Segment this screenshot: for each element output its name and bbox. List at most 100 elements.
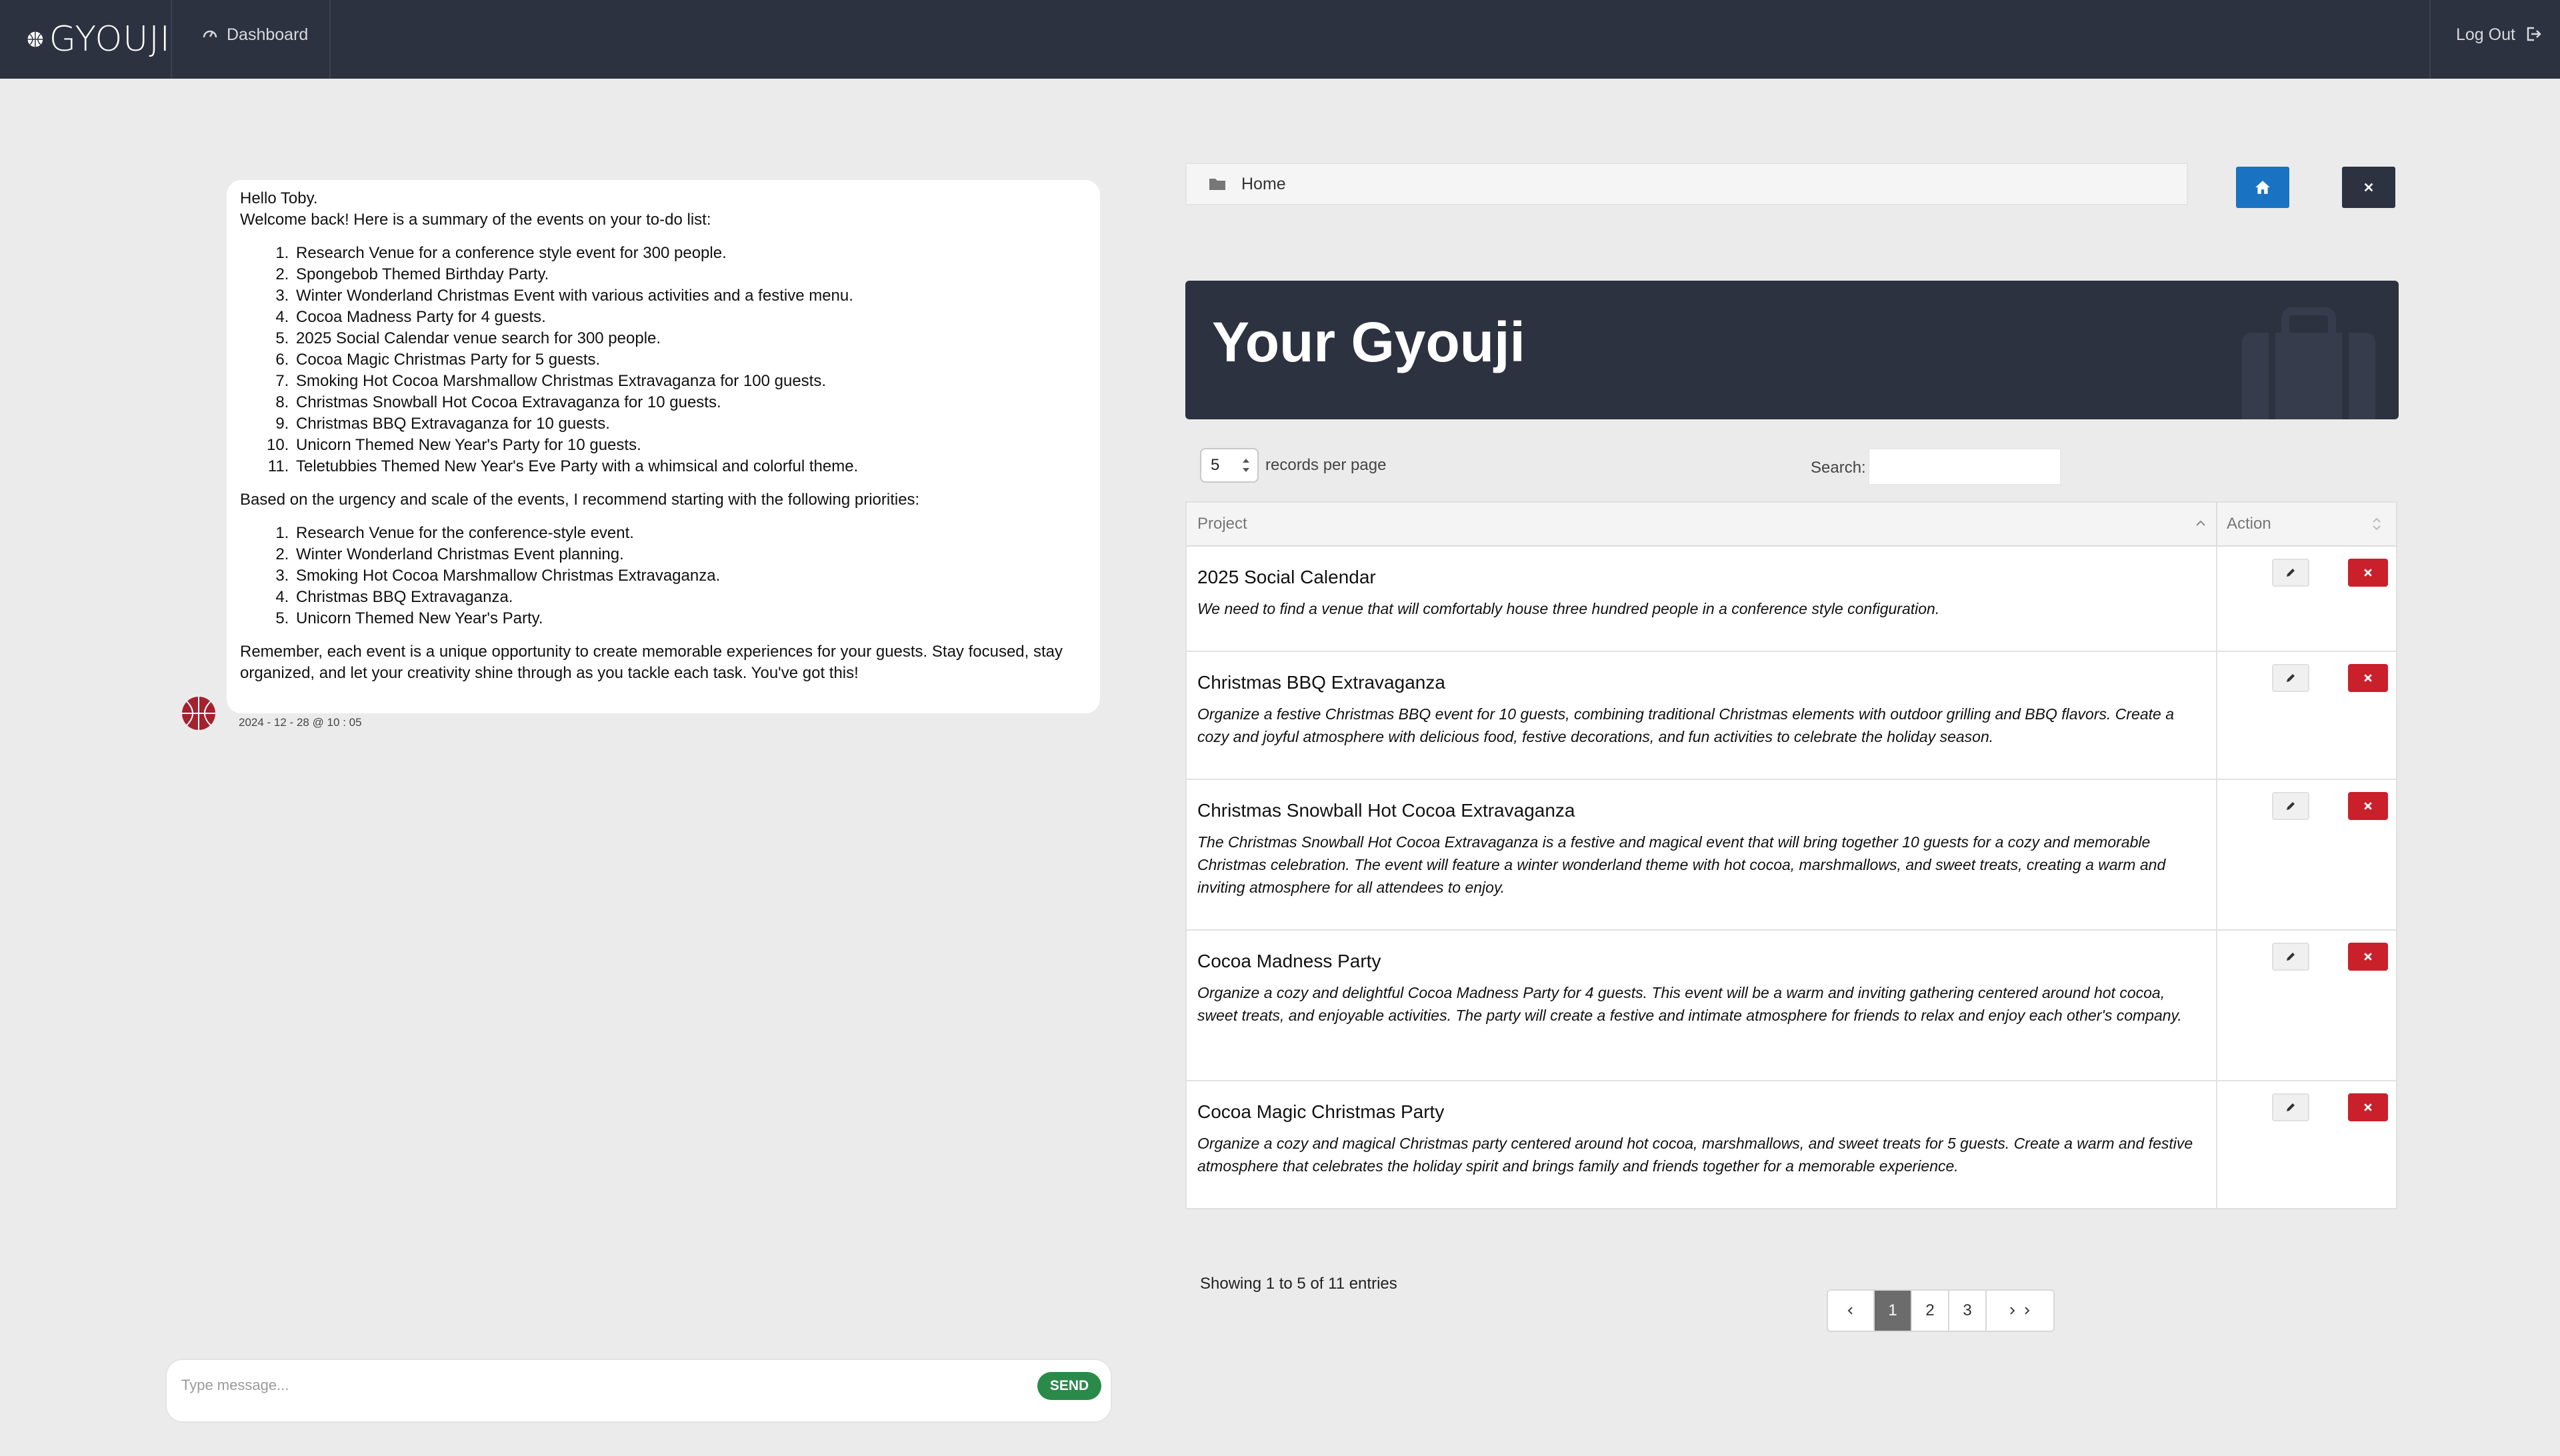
list-item: 2025 Social Calendar venue search for 30…	[293, 328, 1087, 349]
edit-button[interactable]	[2272, 559, 2309, 587]
pencil-icon	[2287, 1103, 2295, 1111]
delete-x-icon	[2364, 802, 2372, 810]
table-row: Cocoa Magic Christmas Party Organize a c…	[1187, 1081, 2396, 1208]
delete-x-icon	[2364, 569, 2372, 577]
priorities-list: Research Venue for the conference-style …	[240, 523, 1087, 629]
page-button-1[interactable]: 1	[1875, 1291, 1912, 1331]
list-item: Smoking Hot Cocoa Marshmallow Christmas …	[293, 565, 1087, 587]
breadcrumb: Home	[1185, 163, 2188, 205]
per-page-label: records per page	[1265, 456, 1387, 474]
priorities-intro: Based on the urgency and scale of the ev…	[240, 491, 920, 509]
entries-info: Showing 1 to 5 of 11 entries	[1200, 1275, 1397, 1293]
search-input[interactable]	[1868, 448, 2061, 485]
list-item: Cocoa Madness Party for 4 guests.	[293, 307, 1087, 328]
next-page-button[interactable]	[1987, 1291, 2053, 1331]
assistant-avatar-icon	[182, 697, 215, 730]
project-cell: Cocoa Madness Party Organize a cozy and …	[1187, 931, 2216, 1027]
pencil-icon	[2287, 802, 2295, 810]
list-item: Winter Wonderland Christmas Event planni…	[293, 544, 1087, 565]
message-input[interactable]	[181, 1372, 981, 1399]
delete-button[interactable]	[2348, 943, 2388, 971]
list-item: Unicorn Themed New Year's Party.	[293, 608, 1087, 629]
close-icon	[2364, 183, 2373, 192]
chat-closing: Remember, each event is a unique opportu…	[240, 643, 1063, 682]
pencil-icon	[2287, 569, 2295, 577]
page-button-2[interactable]: 2	[1912, 1291, 1949, 1331]
nav-dashboard-link[interactable]: Dashboard	[173, 0, 331, 79]
sort-icon[interactable]	[2371, 515, 2383, 533]
breadcrumb-home[interactable]: Home	[1241, 175, 1286, 194]
project-title[interactable]: Christmas BBQ Extravaganza	[1197, 672, 2205, 693]
project-description: Organize a cozy and delightful Cocoa Mad…	[1197, 984, 2182, 1024]
table-row: Christmas Snowball Hot Cocoa Extravaganz…	[1187, 780, 2396, 931]
records-per-page-select[interactable]: 5	[1200, 448, 1259, 483]
brand-logo[interactable]: GYOUJI	[0, 0, 172, 79]
page-header-banner: Your Gyouji	[1185, 281, 2399, 419]
delete-x-icon	[2364, 953, 2372, 961]
delete-button[interactable]	[2348, 559, 2388, 587]
home-button[interactable]	[2236, 167, 2289, 208]
pagination: 1 2 3	[1827, 1289, 2055, 1332]
project-title[interactable]: Cocoa Magic Christmas Party	[1197, 1101, 2205, 1123]
column-header-project[interactable]: Project	[1197, 515, 1247, 533]
list-item: Christmas BBQ Extravaganza for 10 guests…	[293, 413, 1087, 435]
folder-icon	[1209, 179, 1225, 190]
column-header-action[interactable]: Action	[2227, 515, 2271, 533]
logout-icon	[2527, 27, 2541, 41]
list-item: Christmas BBQ Extravaganza.	[293, 587, 1087, 608]
delete-button[interactable]	[2348, 792, 2388, 820]
delete-x-icon	[2364, 1103, 2372, 1111]
search-label: Search:	[1811, 459, 1866, 477]
gauge-icon	[203, 30, 217, 38]
project-title[interactable]: Cocoa Madness Party	[1197, 951, 2205, 972]
chat-message-bubble: Hello Toby. Welcome back! Here is a summ…	[227, 180, 1100, 713]
brand-name: GYOUJI	[49, 19, 171, 59]
logout-link[interactable]: Log Out	[2429, 0, 2560, 79]
edit-button[interactable]	[2272, 943, 2309, 971]
top-navbar: GYOUJI Dashboard Log Out	[0, 0, 2560, 79]
action-cell	[2216, 1081, 2397, 1208]
list-item: Spongebob Themed Birthday Party.	[293, 264, 1087, 285]
project-title[interactable]: Christmas Snowball Hot Cocoa Extravaganz…	[1197, 800, 2205, 821]
per-page-value: 5	[1211, 456, 1220, 474]
action-cell	[2216, 547, 2397, 651]
column-divider	[2216, 503, 2217, 547]
delete-button[interactable]	[2348, 664, 2388, 692]
send-button[interactable]: SEND	[1037, 1372, 1101, 1400]
projects-table: Project Action 2025 Social Calendar We n…	[1185, 501, 2397, 1209]
nav-dashboard-label: Dashboard	[227, 25, 309, 44]
list-item: Cocoa Magic Christmas Party for 5 guests…	[293, 349, 1087, 371]
pencil-icon	[2287, 953, 2295, 961]
close-panel-button[interactable]	[2342, 167, 2395, 208]
project-cell: 2025 Social Calendar We need to find a v…	[1187, 547, 2216, 620]
project-title[interactable]: 2025 Social Calendar	[1197, 567, 2205, 588]
list-item: Research Venue for a conference style ev…	[293, 243, 1087, 264]
list-item: Research Venue for the conference-style …	[293, 523, 1087, 544]
project-description: Organize a festive Christmas BBQ event f…	[1197, 705, 2175, 745]
action-cell	[2216, 931, 2397, 1080]
previous-page-button[interactable]	[1828, 1291, 1875, 1331]
project-description: We need to find a venue that will comfor…	[1197, 600, 1940, 617]
select-arrows-icon	[1243, 459, 1249, 472]
home-icon	[2255, 181, 2270, 194]
list-item: Smoking Hot Cocoa Marshmallow Christmas …	[293, 371, 1087, 392]
list-item: Christmas Snowball Hot Cocoa Extravaganz…	[293, 392, 1087, 413]
table-row: 2025 Social Calendar We need to find a v…	[1187, 547, 2396, 652]
todo-list: Research Venue for a conference style ev…	[240, 243, 1087, 477]
logout-label: Log Out	[2456, 25, 2515, 44]
list-item: Unicorn Themed New Year's Party for 10 g…	[293, 435, 1087, 456]
edit-button[interactable]	[2272, 1093, 2309, 1121]
pencil-icon	[2287, 674, 2295, 682]
project-cell: Christmas BBQ Extravaganza Organize a fe…	[1187, 652, 2216, 748]
page-button-3[interactable]: 3	[1949, 1291, 1987, 1331]
edit-button[interactable]	[2272, 792, 2309, 820]
briefcase-icon	[2242, 307, 2375, 419]
action-cell	[2216, 780, 2397, 929]
chevron-right-icon	[2010, 1307, 2030, 1315]
edit-button[interactable]	[2272, 664, 2309, 692]
project-description: Organize a cozy and magical Christmas pa…	[1197, 1135, 2193, 1175]
list-item: Winter Wonderland Christmas Event with v…	[293, 285, 1087, 307]
sort-ascending-icon[interactable]	[2195, 517, 2207, 529]
chat-greeting: Hello Toby.	[240, 189, 318, 207]
delete-button[interactable]	[2348, 1093, 2388, 1121]
